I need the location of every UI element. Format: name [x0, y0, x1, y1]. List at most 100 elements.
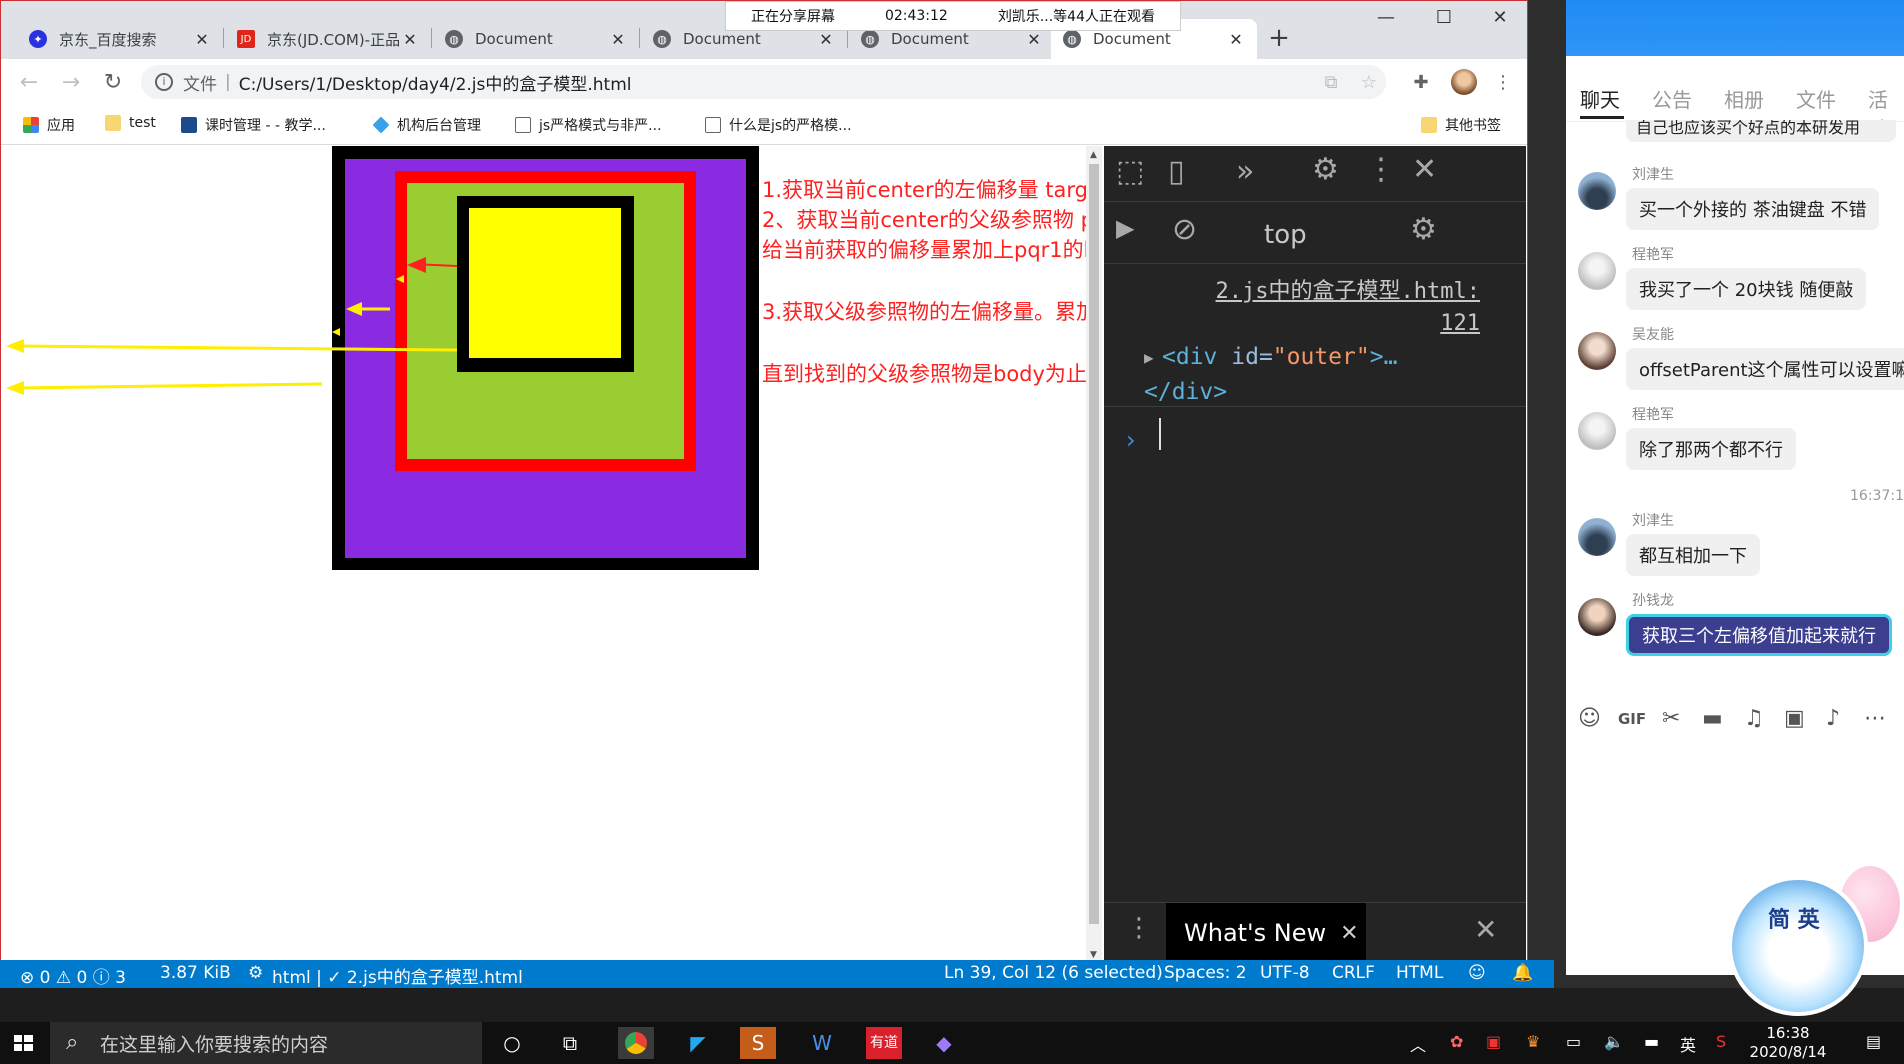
close-drawer-icon[interactable]: ✕ [1474, 913, 1497, 946]
console-input[interactable] [1159, 418, 1161, 450]
address-bar[interactable]: i 文件 | C:/Users/1/Desktop/day4/2.js中的盒子模… [141, 65, 1386, 99]
avatar[interactable] [1578, 598, 1616, 636]
network-icon[interactable]: ▭ [1566, 1032, 1581, 1051]
expand-triangle-icon[interactable]: ▶ [1144, 340, 1154, 375]
taskbar-clock[interactable]: 16:38 2020/8/14 [1738, 1024, 1838, 1062]
menu-kebab-icon[interactable]: ⋮ [1493, 73, 1513, 93]
scroll-up-icon[interactable]: ▲ [1090, 150, 1097, 160]
tab[interactable]: ✦ 京东_百度搜索 ✕ [17, 19, 223, 59]
bookmark-course[interactable]: 课时管理 - - 教学... [181, 115, 326, 135]
bell-icon[interactable]: ♪ [1826, 706, 1840, 731]
forward-icon[interactable]: → [57, 69, 85, 97]
sidebar-toggle-icon[interactable]: ▶ [1116, 214, 1134, 242]
tab-close-icon[interactable]: ✕ [401, 30, 419, 49]
task-view-icon[interactable]: ⧉ [552, 1027, 588, 1059]
mascot-ime-widget[interactable]: 简 英 [1728, 876, 1868, 1016]
tray-app-icon[interactable]: ✿ [1450, 1032, 1463, 1051]
context-selector[interactable]: top [1264, 220, 1307, 250]
close-tab-icon[interactable]: ✕ [1340, 921, 1358, 946]
cursor-position[interactable]: Ln 39, Col 12 (6 selected) [944, 963, 1163, 983]
bookmark-star-icon[interactable]: ☆ [1359, 73, 1379, 93]
new-tab-button[interactable]: + [1265, 25, 1293, 53]
avatar[interactable] [1578, 412, 1616, 450]
start-button[interactable] [0, 1022, 48, 1064]
vscode-app-icon[interactable]: ◤ [680, 1027, 716, 1059]
language-file-status[interactable]: html | ✓ 2.js中的盒子模型.html [272, 963, 523, 988]
translate-icon[interactable]: ⧉ [1321, 73, 1341, 93]
tray-app-icon[interactable]: ▣ [1486, 1032, 1501, 1051]
image-icon[interactable]: ▣ [1784, 706, 1805, 731]
encoding[interactable]: UTF-8 [1260, 963, 1310, 983]
bookmark-apps[interactable]: 应用 [23, 115, 75, 135]
language-mode[interactable]: HTML [1396, 963, 1443, 983]
more-tabs-icon[interactable]: » [1236, 154, 1254, 189]
tab-files[interactable]: 文件 [1796, 84, 1836, 113]
ime-indicator[interactable]: 英 [1680, 1032, 1696, 1056]
tab-album[interactable]: 相册 [1724, 84, 1764, 113]
action-center-icon[interactable]: ▤ [1866, 1032, 1881, 1051]
profile-avatar[interactable] [1451, 69, 1477, 95]
source-link[interactable]: 2.js中的盒子模型.html: 121 [1216, 276, 1480, 340]
youdao-app-icon[interactable]: 有道 [866, 1027, 902, 1059]
indentation[interactable]: Spaces: 2 [1164, 963, 1247, 983]
live-server-icon[interactable]: ⚙ [248, 963, 263, 983]
tab-close-icon[interactable]: ✕ [817, 30, 835, 49]
gif-icon[interactable]: GIF [1618, 710, 1646, 728]
whats-new-tab[interactable]: What's New ✕ [1166, 903, 1366, 963]
tab[interactable]: JD 京东(JD.COM)-正品 ✕ [225, 19, 431, 59]
app-icon[interactable]: ◆ [926, 1027, 962, 1059]
line-ending[interactable]: CRLF [1332, 963, 1375, 983]
scroll-down-icon[interactable]: ▼ [1090, 950, 1097, 960]
drawer-menu-icon[interactable]: ⋮ [1126, 913, 1152, 943]
tab-close-icon[interactable]: ✕ [609, 30, 627, 49]
bookmark-admin[interactable]: 机构后台管理 [372, 115, 481, 135]
problems-indicator[interactable]: ⊗ 0 ⚠ 0 ⓘ 3 [20, 963, 126, 988]
notifications-bell-icon[interactable]: 🔔 [1512, 963, 1533, 983]
scissors-icon[interactable]: ✂ [1662, 706, 1680, 731]
folder-icon[interactable]: ▬ [1702, 706, 1723, 731]
reload-icon[interactable]: ↻ [99, 69, 127, 97]
console-element-tree[interactable]: ▶ <div id="outer">… </div> [1144, 340, 1397, 410]
feedback-icon[interactable]: ☺ [1468, 963, 1486, 983]
kebab-menu-icon[interactable]: ⋮ [1366, 152, 1396, 187]
music-icon[interactable]: ♫ [1744, 706, 1764, 731]
tab[interactable]: ◍ Document ✕ [433, 19, 639, 59]
device-toolbar-icon[interactable]: ▯ [1168, 154, 1185, 189]
chrome-app-icon[interactable] [618, 1027, 654, 1059]
tray-expand-icon[interactable]: ︿ [1410, 1032, 1426, 1056]
clear-console-icon[interactable]: ⊘ [1172, 212, 1197, 247]
tab-close-icon[interactable]: ✕ [193, 30, 211, 49]
battery-icon[interactable]: ▬ [1644, 1032, 1659, 1051]
volume-icon[interactable]: 🔈 [1604, 1032, 1624, 1051]
back-icon[interactable]: ← [15, 69, 43, 97]
info-icon[interactable]: i [155, 73, 173, 91]
extensions-puzzle-icon[interactable]: ✚ [1411, 73, 1431, 93]
bookmark-what-is-strict[interactable]: 什么是js的严格模... [705, 115, 852, 135]
tab-close-icon[interactable]: ✕ [1025, 30, 1043, 49]
scroll-thumb[interactable] [1089, 164, 1099, 924]
taskbar-search[interactable]: ⌕ 在这里输入你要搜索的内容 [50, 1022, 482, 1064]
tab-chat[interactable]: 聊天 [1580, 84, 1620, 113]
cortana-icon[interactable]: ○ [494, 1027, 530, 1059]
maximize-button[interactable]: ☐ [1421, 7, 1467, 37]
avatar[interactable] [1578, 172, 1616, 210]
more-icon[interactable]: ⋯ [1864, 706, 1886, 731]
tray-app-icon[interactable]: ♛ [1526, 1032, 1540, 1051]
settings-gear-icon[interactable]: ⚙ [1312, 152, 1339, 187]
tab-announcement[interactable]: 公告 [1652, 84, 1692, 113]
smile-icon[interactable]: ☺ [1578, 706, 1601, 731]
inspect-element-icon[interactable]: ⬚ [1116, 154, 1144, 189]
avatar[interactable] [1578, 518, 1616, 556]
bookmark-test[interactable]: test [105, 115, 156, 131]
tab-close-icon[interactable]: ✕ [1227, 30, 1245, 49]
page-scrollbar[interactable]: ▲ ▼ [1086, 146, 1102, 964]
sogou-icon[interactable]: S [1716, 1032, 1726, 1051]
avatar[interactable] [1578, 252, 1616, 290]
console-settings-icon[interactable]: ⚙ [1410, 212, 1437, 247]
minimize-button[interactable]: — [1363, 7, 1409, 37]
sublime-app-icon[interactable]: S [740, 1027, 776, 1059]
bookmark-other[interactable]: 其他书签 [1421, 115, 1501, 135]
avatar[interactable] [1578, 332, 1616, 370]
bookmark-strict-mode[interactable]: js严格模式与非严... [515, 115, 662, 135]
close-devtools-icon[interactable]: ✕ [1412, 152, 1437, 187]
